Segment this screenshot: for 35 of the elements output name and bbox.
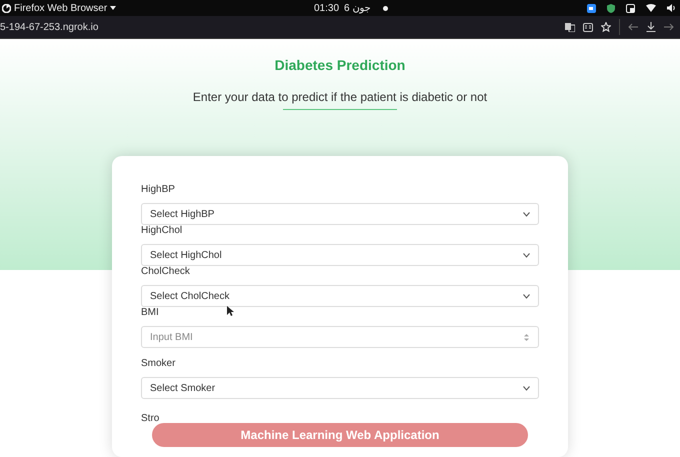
page-subtitle: Enter your data to predict if the patient is diabetic or not bbox=[192, 90, 488, 104]
select-field[interactable]: Select Smoker bbox=[141, 377, 539, 399]
field-label: HighBP bbox=[141, 184, 175, 197]
select-field[interactable]: Select HighBP bbox=[141, 203, 539, 225]
forward-arrow-icon[interactable] bbox=[664, 23, 674, 31]
chevron-down-icon bbox=[523, 386, 530, 390]
download-icon[interactable] bbox=[646, 22, 656, 32]
star-icon[interactable] bbox=[601, 22, 611, 32]
field-label: BMI bbox=[141, 307, 159, 320]
select-field[interactable]: Select HighChol bbox=[141, 244, 539, 266]
chevron-down-icon bbox=[523, 252, 530, 258]
back-arrow-icon[interactable] bbox=[628, 23, 638, 31]
reader-view-icon[interactable] bbox=[583, 22, 593, 32]
field-label: Smoker bbox=[141, 358, 176, 371]
wifi-icon[interactable] bbox=[646, 4, 656, 12]
url-text[interactable]: 5-194-67-253.ngrok.io bbox=[0, 22, 98, 32]
shield-icon[interactable] bbox=[607, 4, 615, 12]
field-label: CholCheck bbox=[141, 266, 190, 279]
clock-date[interactable]: جون 6 bbox=[344, 2, 370, 14]
chevron-down-icon bbox=[523, 212, 530, 216]
select-field[interactable]: Select CholCheck bbox=[141, 285, 539, 307]
chevron-down-icon bbox=[523, 294, 530, 298]
cursor-icon bbox=[227, 306, 234, 316]
caret-icon[interactable] bbox=[110, 6, 116, 10]
number-field[interactable]: Input BMI bbox=[141, 326, 539, 348]
field-label: HighChol bbox=[141, 225, 182, 238]
speaker-icon[interactable] bbox=[667, 4, 676, 12]
window-icon[interactable] bbox=[626, 4, 635, 12]
translate-icon[interactable] bbox=[565, 22, 575, 32]
camera-icon[interactable] bbox=[587, 4, 596, 12]
clock-time[interactable]: 01:30 bbox=[314, 2, 340, 14]
app-name[interactable]: Firefox Web Browser bbox=[14, 2, 108, 14]
status-dot bbox=[383, 6, 388, 10]
page-title: Diabetes Prediction bbox=[274, 57, 406, 73]
field-label: Stro bbox=[141, 413, 160, 426]
